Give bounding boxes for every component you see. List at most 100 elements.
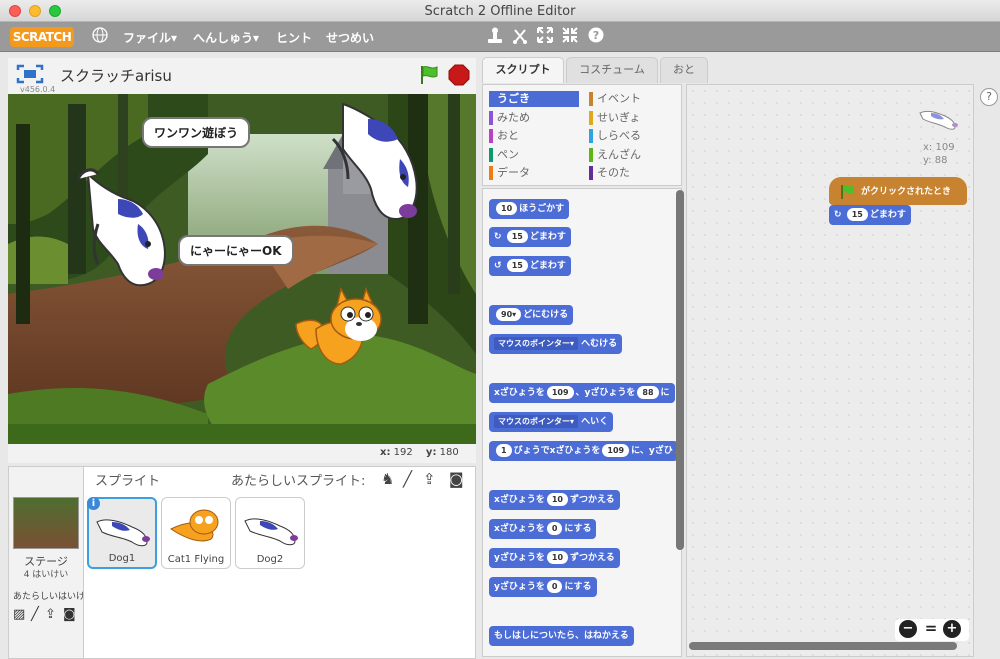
project-title[interactable]: スクラッチarisu: [60, 65, 172, 86]
shrink-icon[interactable]: [561, 27, 579, 45]
block-point-direction[interactable]: 90▾ どにむける: [489, 305, 574, 325]
block-input[interactable]: 10: [546, 551, 569, 564]
block-input[interactable]: 0: [546, 580, 563, 593]
tab-costumes[interactable]: コスチューム: [566, 57, 658, 83]
block-text: どまわす: [529, 261, 566, 271]
version-label: v456.0.4: [20, 85, 56, 94]
y-label: y:: [425, 447, 437, 458]
category-control[interactable]: せいぎょ: [589, 110, 679, 126]
sprite-name: Dog2: [256, 554, 284, 565]
block-text: xざひょうを: [494, 524, 545, 534]
block-text: 、yざひょうを: [575, 388, 636, 398]
script-hscrollbar[interactable]: [689, 642, 957, 650]
hat-block-when-flag-clicked[interactable]: がクリックされたとき: [829, 177, 967, 205]
zoom-reset-button[interactable]: =: [923, 619, 939, 637]
menu-bar: SCRATCH ファイル▾ へんしゅう▾ ヒント せつめい ?: [0, 22, 1000, 52]
block-input[interactable]: 10: [496, 202, 518, 215]
delete-scissors-icon[interactable]: [511, 27, 529, 45]
block-input[interactable]: 109: [546, 386, 574, 399]
block-text: がクリックされたとき: [861, 187, 952, 197]
block-dropdown[interactable]: マウスのポインター▾: [494, 337, 579, 350]
sprite-thumb-dog2[interactable]: Dog2: [235, 497, 305, 569]
stage-thumbnail[interactable]: [13, 497, 79, 549]
menu-edit[interactable]: へんしゅう▾: [193, 29, 259, 46]
green-flag-icon[interactable]: [418, 64, 440, 86]
block-set-x[interactable]: xざひょうを 0 にする: [489, 519, 597, 539]
camera-backdrop-icon[interactable]: ◙: [63, 607, 76, 622]
palette-collapse-arrow[interactable]: ◀: [673, 448, 680, 458]
block-input[interactable]: 0: [546, 522, 563, 535]
block-change-x[interactable]: xざひょうを 10 ずつかえる: [489, 490, 620, 510]
sprites-header: スプライト: [95, 474, 161, 489]
block-turn-right[interactable]: ↻ 15 どまわす: [489, 227, 571, 247]
script-area[interactable]: x: 109 y: 88 がクリックされたとき ↻ 15 どまわす − = +: [686, 84, 974, 657]
block-dropdown[interactable]: マウスのポインター▾: [494, 415, 579, 428]
block-input[interactable]: 109: [602, 444, 630, 457]
tab-sounds[interactable]: おと: [660, 57, 708, 83]
block-goto[interactable]: マウスのポインター▾ へいく: [489, 412, 614, 432]
duplicate-stamp-icon[interactable]: [486, 27, 504, 45]
globe-icon[interactable]: [91, 27, 109, 45]
paint-backdrop-icon[interactable]: ▨: [13, 607, 25, 622]
block-input[interactable]: 10: [546, 493, 568, 506]
block-input[interactable]: 1: [496, 444, 512, 457]
category-label: うごき: [497, 92, 530, 105]
sprite-thumb-cat1-flying[interactable]: Cat1 Flying: [161, 497, 231, 569]
block-set-y[interactable]: yざひょうを 0 にする: [489, 577, 597, 597]
dog-sprite-left[interactable]: [76, 164, 178, 289]
paint-sprite-icon[interactable]: ╱: [403, 470, 412, 488]
block-input[interactable]: 90▾: [496, 308, 522, 321]
category-operators[interactable]: えんざん: [589, 147, 679, 163]
stop-sign-icon[interactable]: [448, 64, 470, 86]
sprite-x-readout: x: 109: [923, 142, 955, 153]
help-icon[interactable]: ?: [587, 27, 605, 45]
category-pen[interactable]: ペン: [489, 147, 579, 163]
zoom-in-button[interactable]: +: [943, 620, 961, 638]
palette-scrollbar[interactable]: [676, 190, 684, 550]
category-motion[interactable]: うごき: [489, 91, 579, 107]
category-events[interactable]: イベント: [589, 91, 679, 107]
block-glide[interactable]: 1 びょうでxざひょうを 109 に、yざひ: [489, 441, 678, 461]
x-value: 192: [393, 447, 413, 458]
block-bounce[interactable]: もしはしについたら、はねかえる: [489, 626, 634, 646]
block-input[interactable]: 15: [846, 208, 868, 221]
upload-sprite-icon[interactable]: ⇪: [423, 470, 436, 488]
category-more[interactable]: そのた: [589, 165, 679, 181]
info-icon[interactable]: i: [87, 497, 100, 510]
tab-scripts[interactable]: スクリプト: [482, 57, 564, 83]
menu-file[interactable]: ファイル▾: [123, 29, 177, 46]
sprite-thumb-dog1[interactable]: i Dog1: [87, 497, 157, 569]
zoom-controls: − = +: [895, 619, 969, 641]
camera-sprite-icon[interactable]: ◙: [449, 470, 464, 488]
script-block-turn-right[interactable]: ↻ 15 どまわす: [829, 205, 911, 225]
category-sound[interactable]: おと: [489, 128, 579, 144]
sprite-name: Cat1 Flying: [167, 554, 225, 565]
block-move[interactable]: 10 ほうごかす: [489, 199, 570, 219]
stage-canvas[interactable]: ワンワン遊ぼう にゃーにゃーOK: [8, 94, 476, 444]
block-goto-xy[interactable]: xざひょうを 109 、yざひょうを 88 に: [489, 383, 675, 403]
block-input[interactable]: 15: [506, 230, 528, 243]
dog-sprite-right[interactable]: [328, 99, 438, 229]
sprite-library-icon[interactable]: ♞: [381, 470, 394, 488]
block-turn-left[interactable]: ↺ 15 どまわす: [489, 256, 571, 276]
scratch-logo[interactable]: SCRATCH: [10, 27, 74, 47]
menu-tips[interactable]: ヒント: [276, 29, 312, 46]
zoom-out-button[interactable]: −: [899, 620, 917, 638]
block-input[interactable]: 15: [506, 259, 528, 272]
block-change-y[interactable]: yざひょうを 10 ずつかえる: [489, 548, 620, 568]
presentation-mode-icon[interactable]: [16, 64, 44, 84]
block-text: どまわす: [869, 210, 906, 220]
category-looks[interactable]: みため: [489, 110, 579, 126]
backdrop-count: 4 はいけい: [23, 570, 69, 580]
cat-sprite[interactable]: [286, 284, 396, 374]
help-panel-button[interactable]: ?: [980, 88, 998, 106]
block-point-towards[interactable]: マウスのポインター▾ へむける: [489, 334, 623, 354]
block-text: ずつかえる: [569, 495, 615, 505]
brush-icon[interactable]: ╱: [31, 607, 39, 622]
category-sensing[interactable]: しらべる: [589, 128, 679, 144]
category-data[interactable]: データ: [489, 165, 579, 181]
menu-about[interactable]: せつめい: [326, 29, 374, 46]
grow-icon[interactable]: [536, 27, 554, 45]
upload-backdrop-icon[interactable]: ⇪: [45, 607, 56, 622]
block-input[interactable]: 88: [637, 386, 659, 399]
